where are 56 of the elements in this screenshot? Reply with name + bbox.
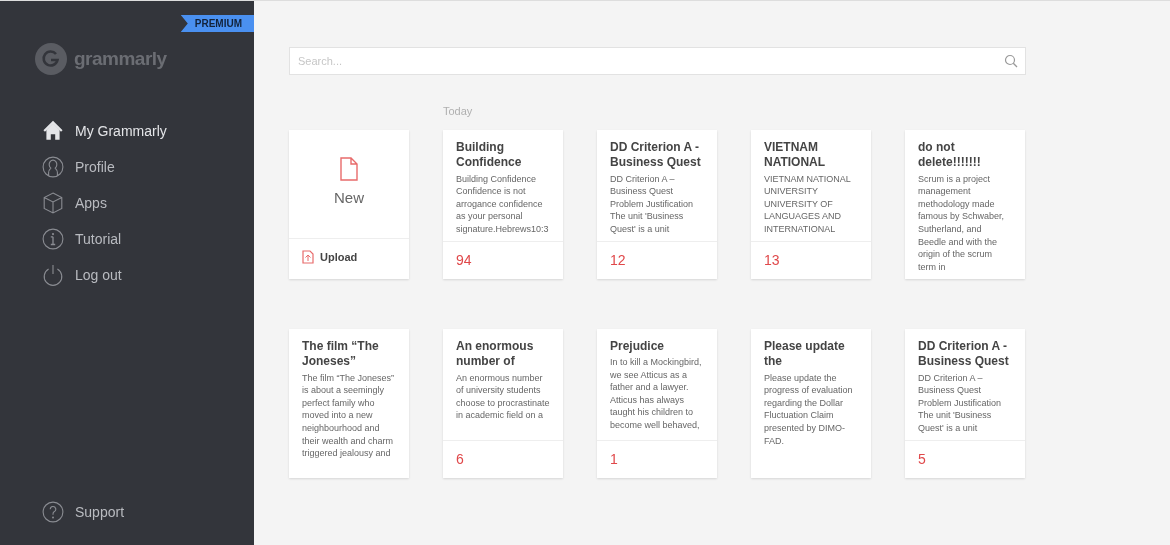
- document-title: DD Criterion A - Business Quest: [610, 139, 702, 171]
- document-snippet: VIETNAM NATIONAL UNIVERSITY UNIVERSITY OF LANGUAGES AND INTERNATIONAL: [764, 172, 852, 236]
- logo-text: grammarly: [74, 46, 167, 71]
- info-icon: [42, 228, 64, 250]
- document-snippet: Scrum is a project management methodology made famous by Schwaber, Sutherland, and Beedle and with the origin of the scrum term in: [918, 172, 1006, 274]
- new-label: New: [334, 188, 364, 209]
- document-icon: [340, 157, 358, 182]
- document-card[interactable]: DD Criterion A - Business Quest DD Criterion A – Business Quest Problem Justification The unit 'Business Quest' is a unit 5: [905, 328, 1025, 478]
- premium-badge: PREMIUM: [180, 15, 254, 32]
- document-card[interactable]: VIETNAM NATIONAL VIETNAM NATIONAL UNIVERSITY UNIVERSITY OF LANGUAGES AND INTERNATIONAL 13: [751, 129, 871, 279]
- document-card[interactable]: Prejudice In to kill a Mockingbird, we see Atticus as a father and a lawyer. Atticus has always taught his children to become well behaved, 1: [597, 328, 717, 478]
- search-field[interactable]: Search...: [289, 47, 1026, 75]
- support-link[interactable]: Support: [42, 501, 125, 523]
- document-title: An enormous number of: [456, 338, 535, 370]
- logo-icon: [35, 43, 67, 75]
- home-icon: [42, 120, 64, 142]
- nav-item[interactable]: My Grammarly: [42, 120, 254, 142]
- document-card[interactable]: Building Confidence Building Confidence Confidence is not arrogance confidence as your personal signature.Hebrews10:3 94: [443, 129, 563, 279]
- upload-icon: [302, 249, 314, 264]
- document-title: The film “The Joneses”: [302, 338, 380, 370]
- nav-item[interactable]: Profile: [42, 156, 254, 178]
- document-snippet: DD Criterion A – Business Quest Problem Justification The unit 'Business Quest' is a unit: [610, 172, 695, 236]
- issue-count: 1: [610, 450, 618, 467]
- document-snippet: The film “The Joneses” is about a seemingly perfect family who moved into a new neighbourhood and their wealth and charm triggered jealousy and: [302, 371, 396, 460]
- document-snippet: An enormous number of university students choose to procrastinate in academic field on a: [456, 371, 550, 423]
- document-card[interactable]: Please update the Please update the progress of evaluation regarding the Dollar Fluctuation Claim presented by DIMO-FAD.: [751, 328, 871, 478]
- issue-count: 5: [918, 450, 926, 467]
- document-card[interactable]: The film “The Joneses” The film “The Joneses” is about a seemingly perfect family who moved into a new neighbourhood and their wealth and charm triggered jealousy and: [289, 328, 409, 478]
- document-title: VIETNAM NATIONAL: [764, 139, 827, 171]
- document-snippet: Building Confidence Confidence is not arrogance confidence as your personal signature.Hebrews10:3: [456, 172, 550, 236]
- document-title: DD Criterion A - Business Quest: [918, 338, 1010, 370]
- new-document-card[interactable]: New Upload: [289, 129, 409, 279]
- cube-icon: [42, 192, 64, 214]
- document-card[interactable]: An enormous number of An enormous number of university students choose to procrastinate in academic field on a 6: [443, 328, 563, 478]
- document-snippet: Please update the progress of evaluation regarding the Dollar Fluctuation Claim presented by DIMO-FAD.: [764, 371, 854, 448]
- document-title: Prejudice: [610, 338, 666, 355]
- nav-item[interactable]: Apps: [42, 192, 254, 214]
- nav-item[interactable]: Log out: [42, 264, 254, 286]
- search-icon: [1004, 54, 1018, 68]
- section-heading: Today: [443, 104, 474, 119]
- issue-count: 6: [456, 450, 464, 467]
- document-card[interactable]: do not delete!!!!!!! Scrum is a project management methodology made famous by Schwaber, Sutherland, and Beedle and with the origin of the scrum term in: [905, 129, 1025, 279]
- document-snippet: In to kill a Mockingbird, we see Atticus as a father and a lawyer. Atticus has always taught his children to become well behaved,: [610, 356, 703, 432]
- issue-count: 94: [456, 251, 472, 268]
- document-title: do not delete!!!!!!!: [918, 139, 982, 171]
- upload-button[interactable]: Upload: [289, 237, 409, 275]
- issue-count: 13: [764, 251, 780, 268]
- help-icon: [42, 501, 64, 523]
- profile-icon: [42, 156, 64, 178]
- document-snippet: DD Criterion A – Business Quest Problem Justification The unit 'Business Quest' is a unit: [918, 371, 1003, 435]
- nav-item[interactable]: Tutorial: [42, 228, 254, 250]
- document-card[interactable]: DD Criterion A - Business Quest DD Criterion A – Business Quest Problem Justification The unit 'Business Quest' is a unit 12: [597, 129, 717, 279]
- issue-count: 12: [610, 251, 626, 268]
- power-icon: [42, 264, 64, 286]
- document-title: Please update the: [764, 338, 846, 370]
- document-title: Building Confidence: [456, 139, 523, 171]
